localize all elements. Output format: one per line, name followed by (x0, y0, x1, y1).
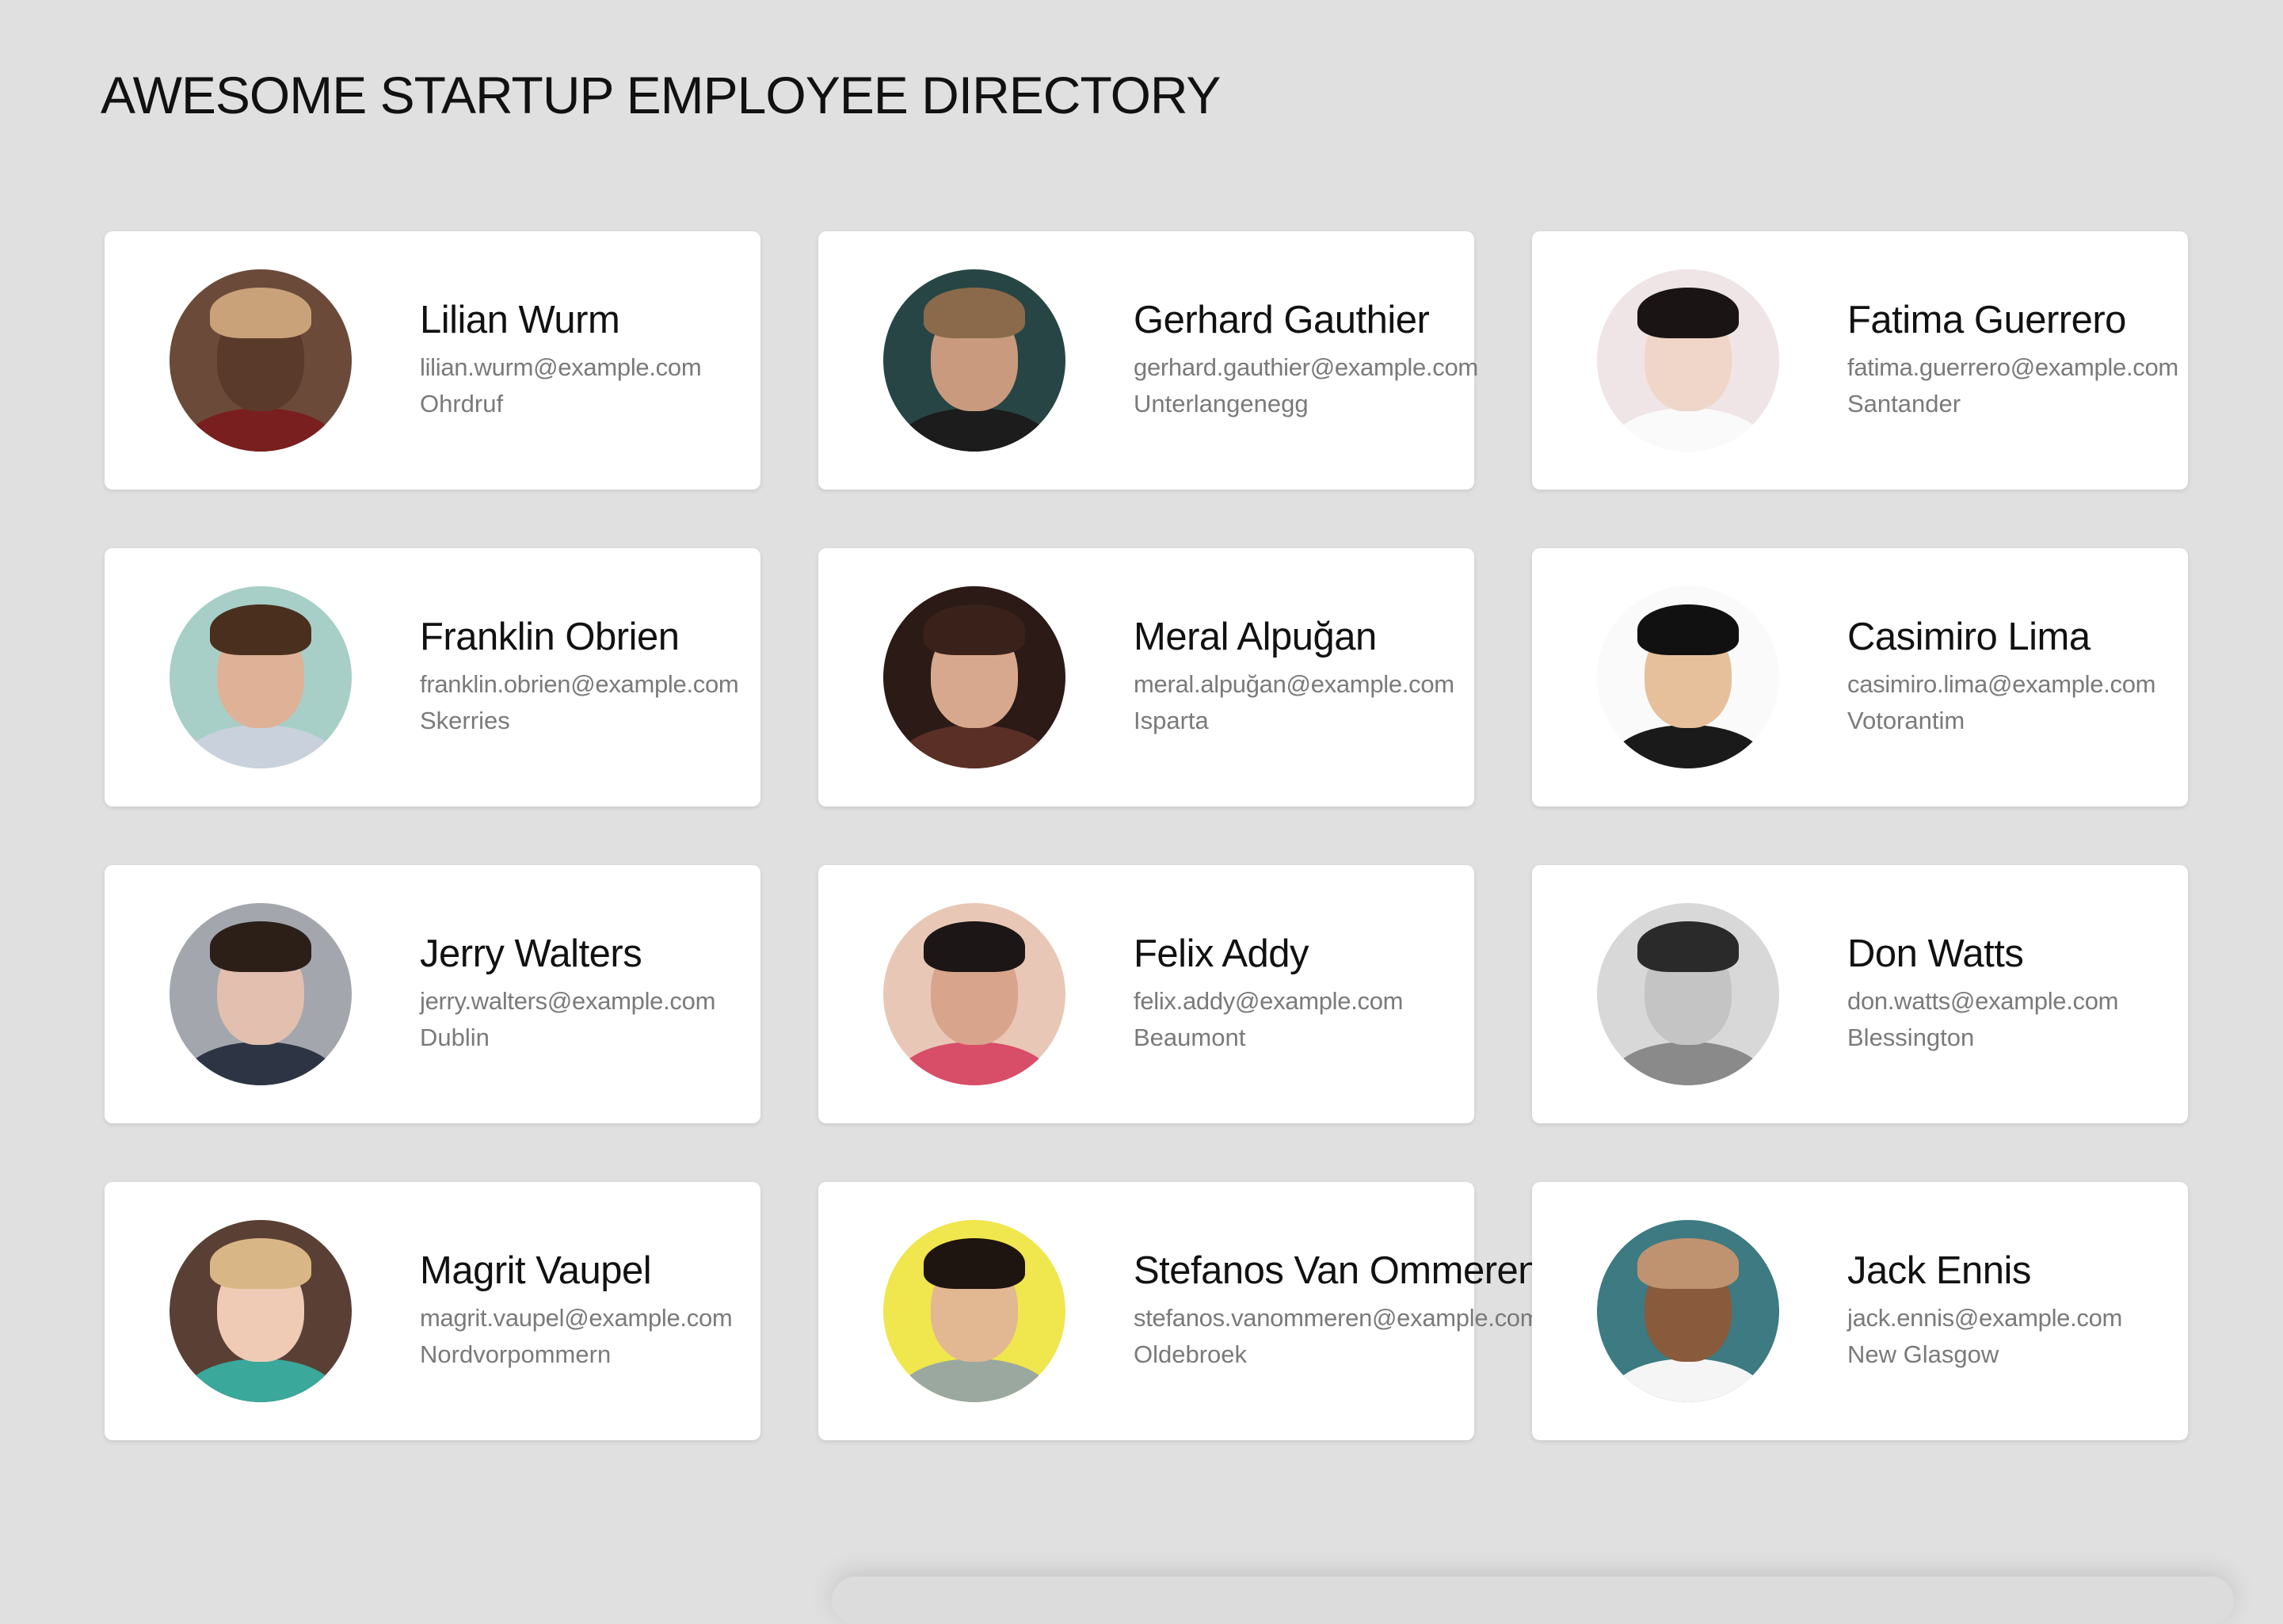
avatar (170, 903, 352, 1085)
employee-grid: Lilian Wurm lilian.wurm@example.com Ohrdru… (105, 231, 2188, 1440)
employee-name: Stefanos Van Ommeren (1134, 1249, 1540, 1293)
employee-info: Casimiro Lima casimiro.lima@example.com Vo… (1847, 615, 2155, 740)
employee-email: franklin.obrien@example.com (420, 670, 739, 699)
avatar (170, 269, 352, 452)
employee-info: Felix Addy felix.addy@example.com Beaumont (1134, 932, 1403, 1057)
employee-card[interactable]: Meral Alpuğan meral.alpuğan@example.com Is… (818, 548, 1474, 806)
employee-card[interactable]: Jerry Walters jerry.walters@example.com Du… (105, 865, 760, 1123)
employee-name: Fatima Guerrero (1847, 299, 2126, 342)
employee-name: Meral Alpuğan (1134, 616, 1377, 659)
employee-name: Magrit Vaupel (420, 1249, 652, 1293)
employee-email: felix.addy@example.com (1134, 987, 1404, 1016)
employee-email: casimiro.lima@example.com (1847, 670, 2156, 699)
avatar (170, 1220, 352, 1402)
employee-card[interactable]: Magrit Vaupel magrit.vaupel@example.com No… (105, 1182, 760, 1440)
employee-location: New Glasgow (1847, 1340, 1999, 1368)
employee-info: Lilian Wurm lilian.wurm@example.com Ohrdru… (420, 298, 702, 423)
employee-email: fatima.guerrero@example.com (1847, 353, 2178, 382)
employee-name: Don Watts (1847, 932, 2024, 976)
employee-card[interactable]: Jack Ennis jack.ennis@example.com New Glas… (1532, 1182, 2188, 1440)
employee-info: Fatima Guerrero fatima.guerrero@example.c… (1847, 298, 2178, 423)
employee-location: Dublin (420, 1023, 490, 1051)
employee-name: Franklin Obrien (420, 616, 680, 659)
employee-info: Don Watts don.watts@example.com Blessingto… (1847, 932, 2119, 1057)
avatar (170, 586, 352, 768)
employee-email: meral.alpuğan@example.com (1134, 670, 1454, 699)
employee-name: Lilian Wurm (420, 299, 620, 342)
employee-card[interactable]: Don Watts don.watts@example.com Blessingto… (1532, 865, 2188, 1123)
avatar (883, 903, 1065, 1085)
employee-location: Blessington (1847, 1023, 1975, 1051)
employee-email: gerhard.gauthier@example.com (1134, 353, 1478, 382)
avatar (1597, 269, 1779, 452)
employee-location: Skerries (420, 706, 510, 734)
employee-name: Jerry Walters (420, 932, 642, 976)
employee-card[interactable]: Fatima Guerrero fatima.guerrero@example.c… (1532, 231, 2188, 490)
employee-location: Unterlangenegg (1134, 389, 1309, 417)
employee-email: don.watts@example.com (1847, 987, 2119, 1016)
employee-email: magrit.vaupel@example.com (420, 1304, 733, 1332)
employee-name: Casimiro Lima (1847, 616, 2091, 659)
employee-location: Votorantim (1847, 706, 1965, 734)
employee-email: jerry.walters@example.com (420, 987, 716, 1016)
employee-info: Magrit Vaupel magrit.vaupel@example.com No… (420, 1248, 733, 1374)
employee-info: Franklin Obrien franklin.obrien@example.c… (420, 615, 739, 740)
employee-info: Jerry Walters jerry.walters@example.com Du… (420, 932, 715, 1057)
employee-info: Gerhard Gauthier gerhard.gauthier@example… (1134, 298, 1478, 423)
employee-name: Gerhard Gauthier (1134, 299, 1430, 342)
employee-email: stefanos.vanommeren@example.com (1134, 1304, 1541, 1332)
employee-location: Ohrdruf (420, 389, 504, 417)
employee-info: Meral Alpuğan meral.alpuğan@example.com Is… (1134, 615, 1454, 740)
overlay-edge (832, 1576, 2234, 1624)
employee-info: Jack Ennis jack.ennis@example.com New Glas… (1847, 1248, 2122, 1374)
employee-card[interactable]: Casimiro Lima casimiro.lima@example.com Vo… (1532, 548, 2188, 806)
employee-name: Felix Addy (1134, 932, 1309, 976)
employee-card[interactable]: Gerhard Gauthier gerhard.gauthier@example… (818, 231, 1478, 490)
employee-card[interactable]: Franklin Obrien franklin.obrien@example.c… (105, 548, 760, 806)
employee-card[interactable]: Felix Addy felix.addy@example.com Beaumont (818, 865, 1474, 1123)
employee-location: Nordvorpommern (420, 1340, 612, 1368)
employee-card[interactable]: Lilian Wurm lilian.wurm@example.com Ohrdru… (105, 231, 760, 490)
page-title: AWESOME STARTUP EMPLOYEE DIRECTORY (101, 66, 1221, 124)
employee-name: Jack Ennis (1847, 1249, 2031, 1293)
avatar (1597, 903, 1779, 1085)
employee-email: lilian.wurm@example.com (420, 353, 702, 382)
employee-location: Isparta (1134, 706, 1209, 734)
employee-location: Santander (1847, 389, 1961, 417)
avatar (883, 1220, 1065, 1402)
employee-location: Beaumont (1134, 1023, 1246, 1051)
employee-card[interactable]: Stefanos Van Ommeren stefanos.vanommeren@… (818, 1182, 1541, 1440)
employee-email: jack.ennis@example.com (1847, 1304, 2123, 1332)
employee-info: Stefanos Van Ommeren stefanos.vanommeren@… (1134, 1248, 1541, 1374)
avatar (1597, 1220, 1779, 1402)
employee-location: Oldebroek (1134, 1340, 1248, 1368)
avatar (883, 586, 1065, 768)
avatar (1597, 586, 1779, 768)
avatar (883, 269, 1065, 452)
